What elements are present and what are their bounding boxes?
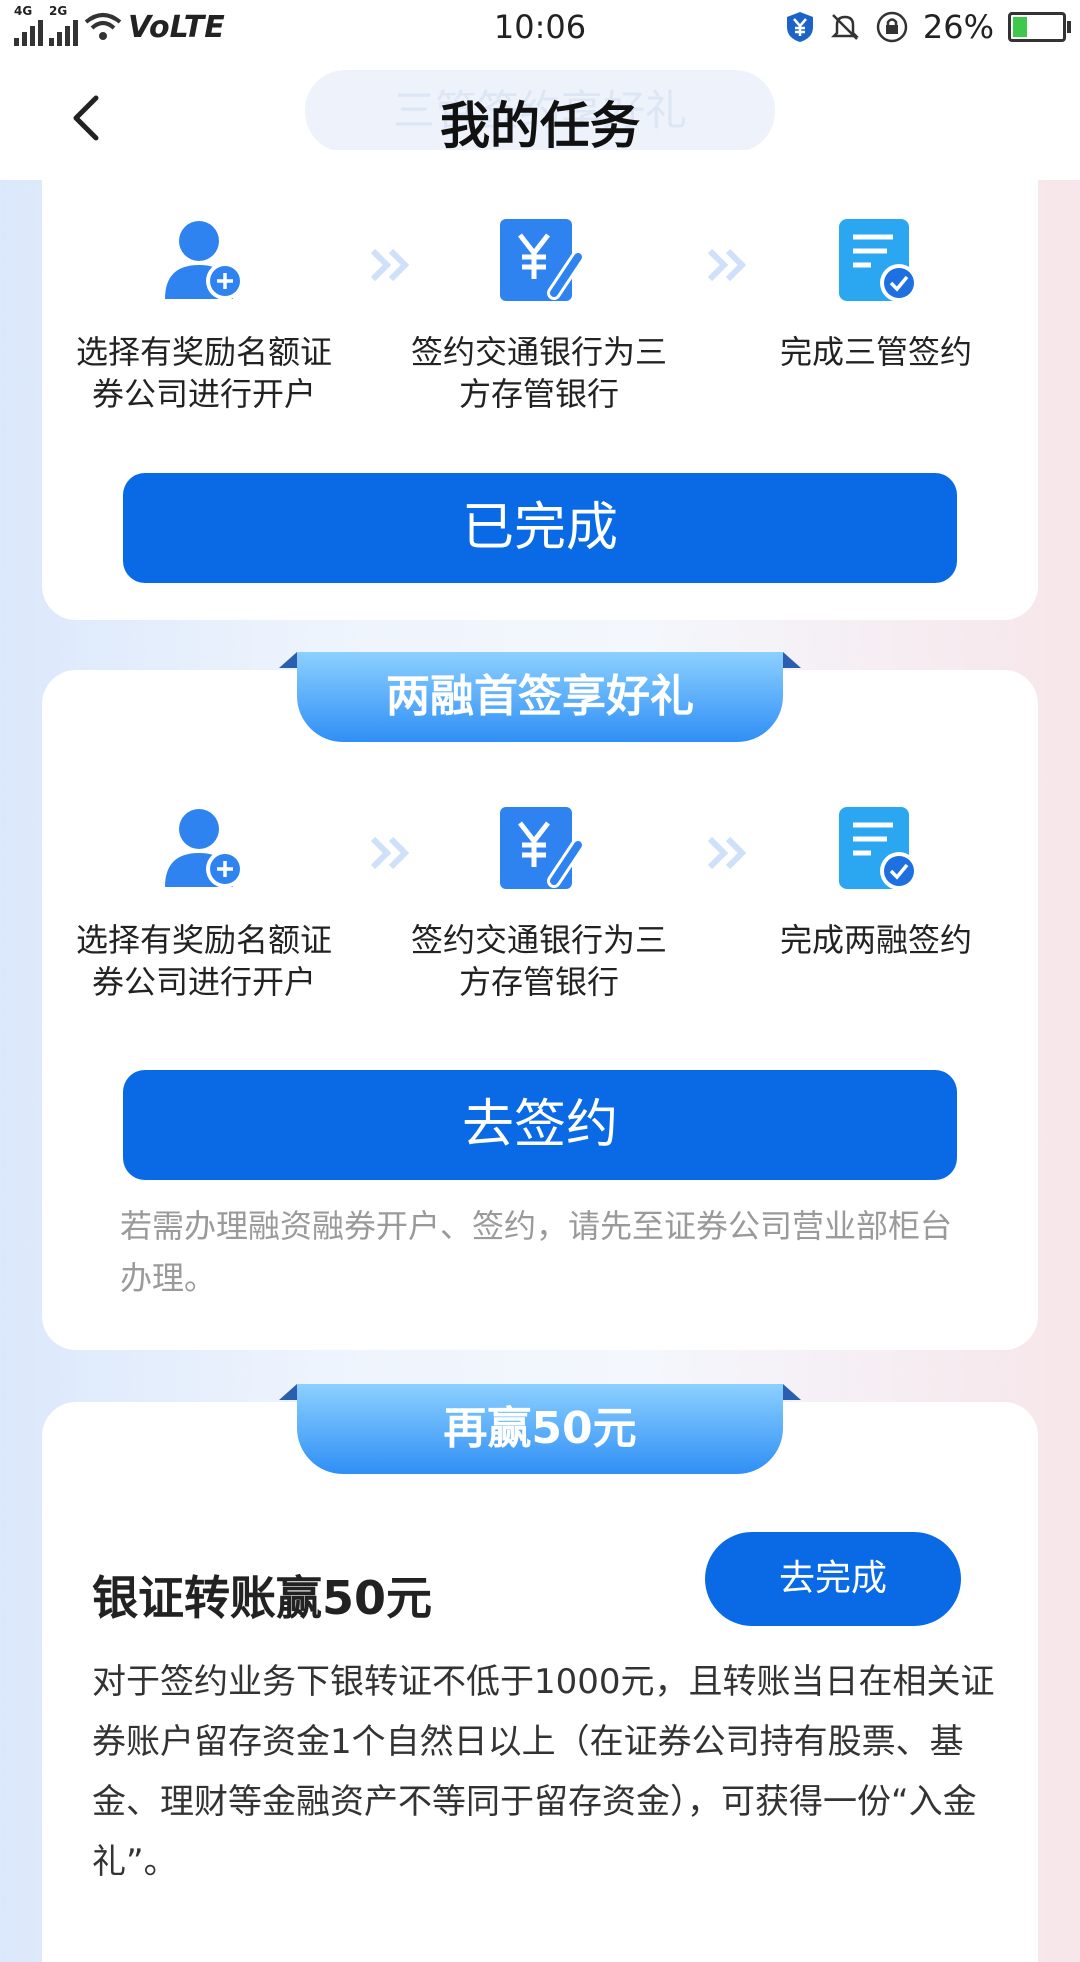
step-caption: 签约交通银行为三方存管银行 — [410, 921, 667, 1001]
user-add-icon — [165, 221, 244, 300]
yuan-sign-icon — [500, 219, 585, 301]
step-caption: 选择有奖励名额证券公司进行开户 — [75, 921, 332, 1001]
task-title: 银证转账赢50元 — [92, 1571, 433, 1625]
section-ribbon: 再赢50元 — [279, 1384, 801, 1474]
step-caption: 签约交通银行为三方存管银行 — [410, 333, 667, 413]
bell-muted-icon — [830, 14, 859, 40]
rotation-lock-icon — [876, 11, 908, 43]
battery-percent: 26% — [922, 8, 994, 46]
go-sign-button[interactable]: 去签约 — [123, 1070, 957, 1180]
section-ribbon: 两融首签享好礼 — [279, 652, 801, 742]
page-title: 我的任务 — [440, 97, 640, 155]
yuan-sign-icon — [500, 807, 585, 889]
step-complete: 完成两融签约 — [736, 803, 1016, 961]
step-open-account: 选择有奖励名额证券公司进行开户 — [64, 215, 344, 415]
status-right: 26% — [785, 8, 1071, 46]
ribbon-label: 两融首签享好礼 — [297, 652, 783, 742]
go-complete-button[interactable]: 去完成 — [705, 1532, 961, 1626]
step-flow: 选择有奖励名额证券公司进行开户 签约交通银行为三方存管银行 — [42, 215, 1038, 415]
user-add-icon — [165, 809, 244, 888]
step-caption: 选择有奖励名额证券公司进行开户 — [75, 333, 332, 413]
task-description: 对于签约业务下银转证不低于1000元，且转账当日在相关证券账户留存资金1个自然日… — [92, 1662, 995, 1882]
shield-yuan-icon — [786, 12, 813, 42]
step-sign-bank: 签约交通银行为三方存管银行 — [399, 803, 679, 1003]
notice-text: 若需办理融资融券开户、签约，请先至证券公司营业部柜台办理。 — [120, 1207, 953, 1297]
step-caption: 完成三管签约 — [779, 333, 972, 371]
status-bar: 4G 2G VoLTE 10:06 26% — [0, 0, 1080, 58]
step-flow: 选择有奖励名额证券公司进行开户 签约交通银行为三方存管银行 — [42, 803, 1038, 1003]
task-card-sanguan: 选择有奖励名额证券公司进行开户 签约交通银行为三方存管银行 完成三管签约 已完成 — [42, 150, 1038, 620]
battery-icon — [1008, 12, 1071, 42]
document-check-icon — [839, 219, 918, 302]
task-card-liangrong: 两融首签享好礼 选择有奖励名额证券公司进行开户 签约交通银行为三方存管银行 完成… — [42, 652, 1038, 1350]
task-card-transfer: 再赢50元 银证转账赢50元 去完成 对于签约业务下银转证不低于1000元，且转… — [42, 1384, 1038, 1962]
ribbon-label: 再赢50元 — [297, 1384, 783, 1474]
step-sign-bank: 签约交通银行为三方存管银行 — [399, 215, 679, 415]
completed-button[interactable]: 已完成 — [123, 473, 957, 583]
step-caption: 完成两融签约 — [779, 921, 972, 959]
step-complete: 完成三管签约 — [736, 215, 1016, 373]
document-check-icon — [839, 807, 918, 890]
step-open-account: 选择有奖励名额证券公司进行开户 — [64, 803, 344, 1003]
